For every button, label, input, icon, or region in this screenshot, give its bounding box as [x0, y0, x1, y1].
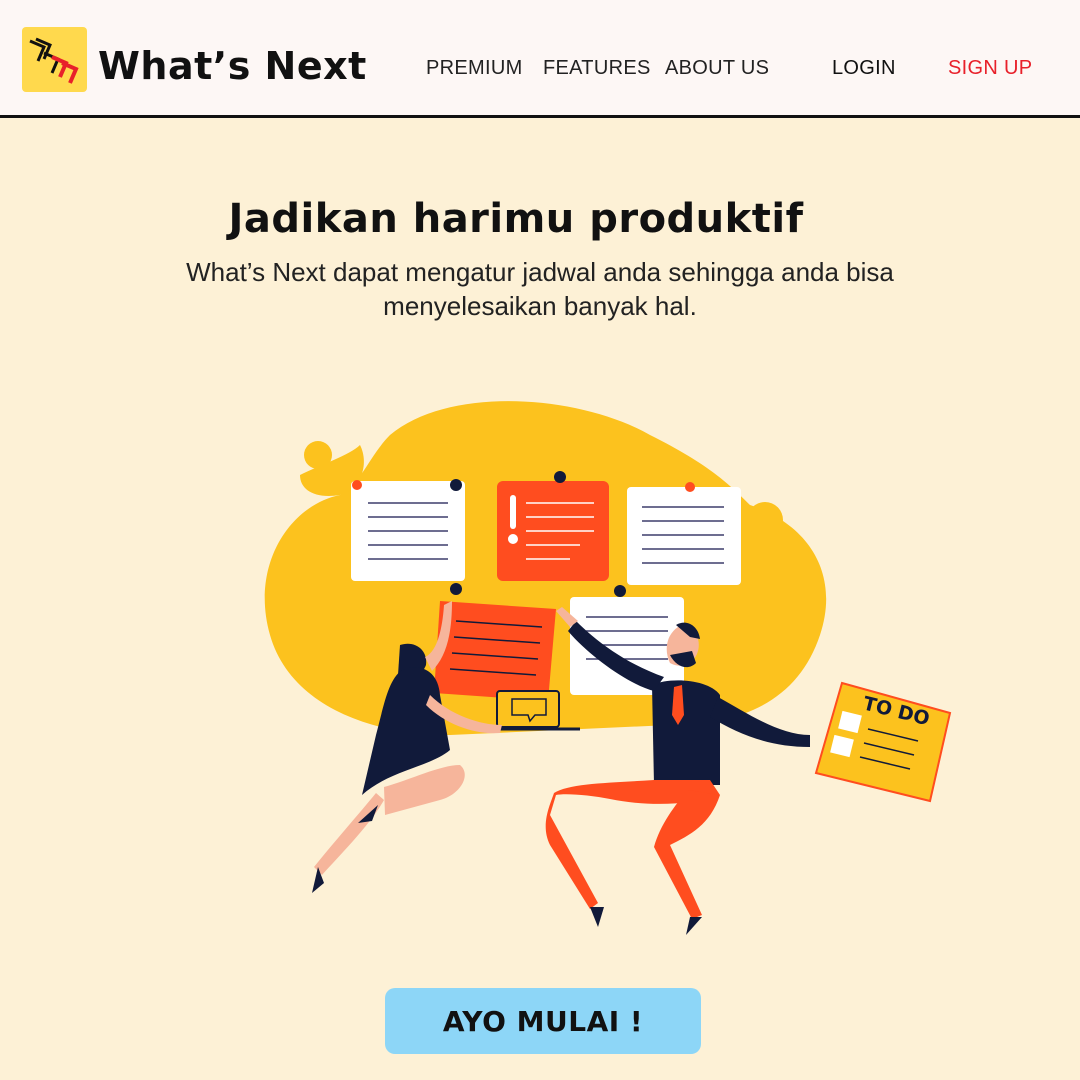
nav-premium-link[interactable]: PREMIUM: [426, 57, 523, 80]
top-navbar: What’s Next PREMIUM FEATURES ABOUT US LO…: [0, 0, 1080, 118]
get-started-button[interactable]: AYO MULAI !: [385, 988, 701, 1054]
nav-about-us-link[interactable]: ABOUT US: [665, 57, 769, 80]
nav-features-link[interactable]: FEATURES: [543, 57, 651, 80]
hero-subtitle: What’s Next dapat mengatur jadwal anda s…: [186, 257, 894, 321]
brand-name[interactable]: What’s Next: [98, 44, 367, 88]
hero-headline: Jadikan harimu produktif: [228, 196, 804, 242]
team-sticky-notes-illustration: TO DO: [250, 395, 970, 955]
sign-up-link[interactable]: SIGN UP: [948, 57, 1032, 80]
login-link[interactable]: LOGIN: [832, 57, 896, 80]
chevron-stack-logo-icon[interactable]: [22, 27, 87, 92]
